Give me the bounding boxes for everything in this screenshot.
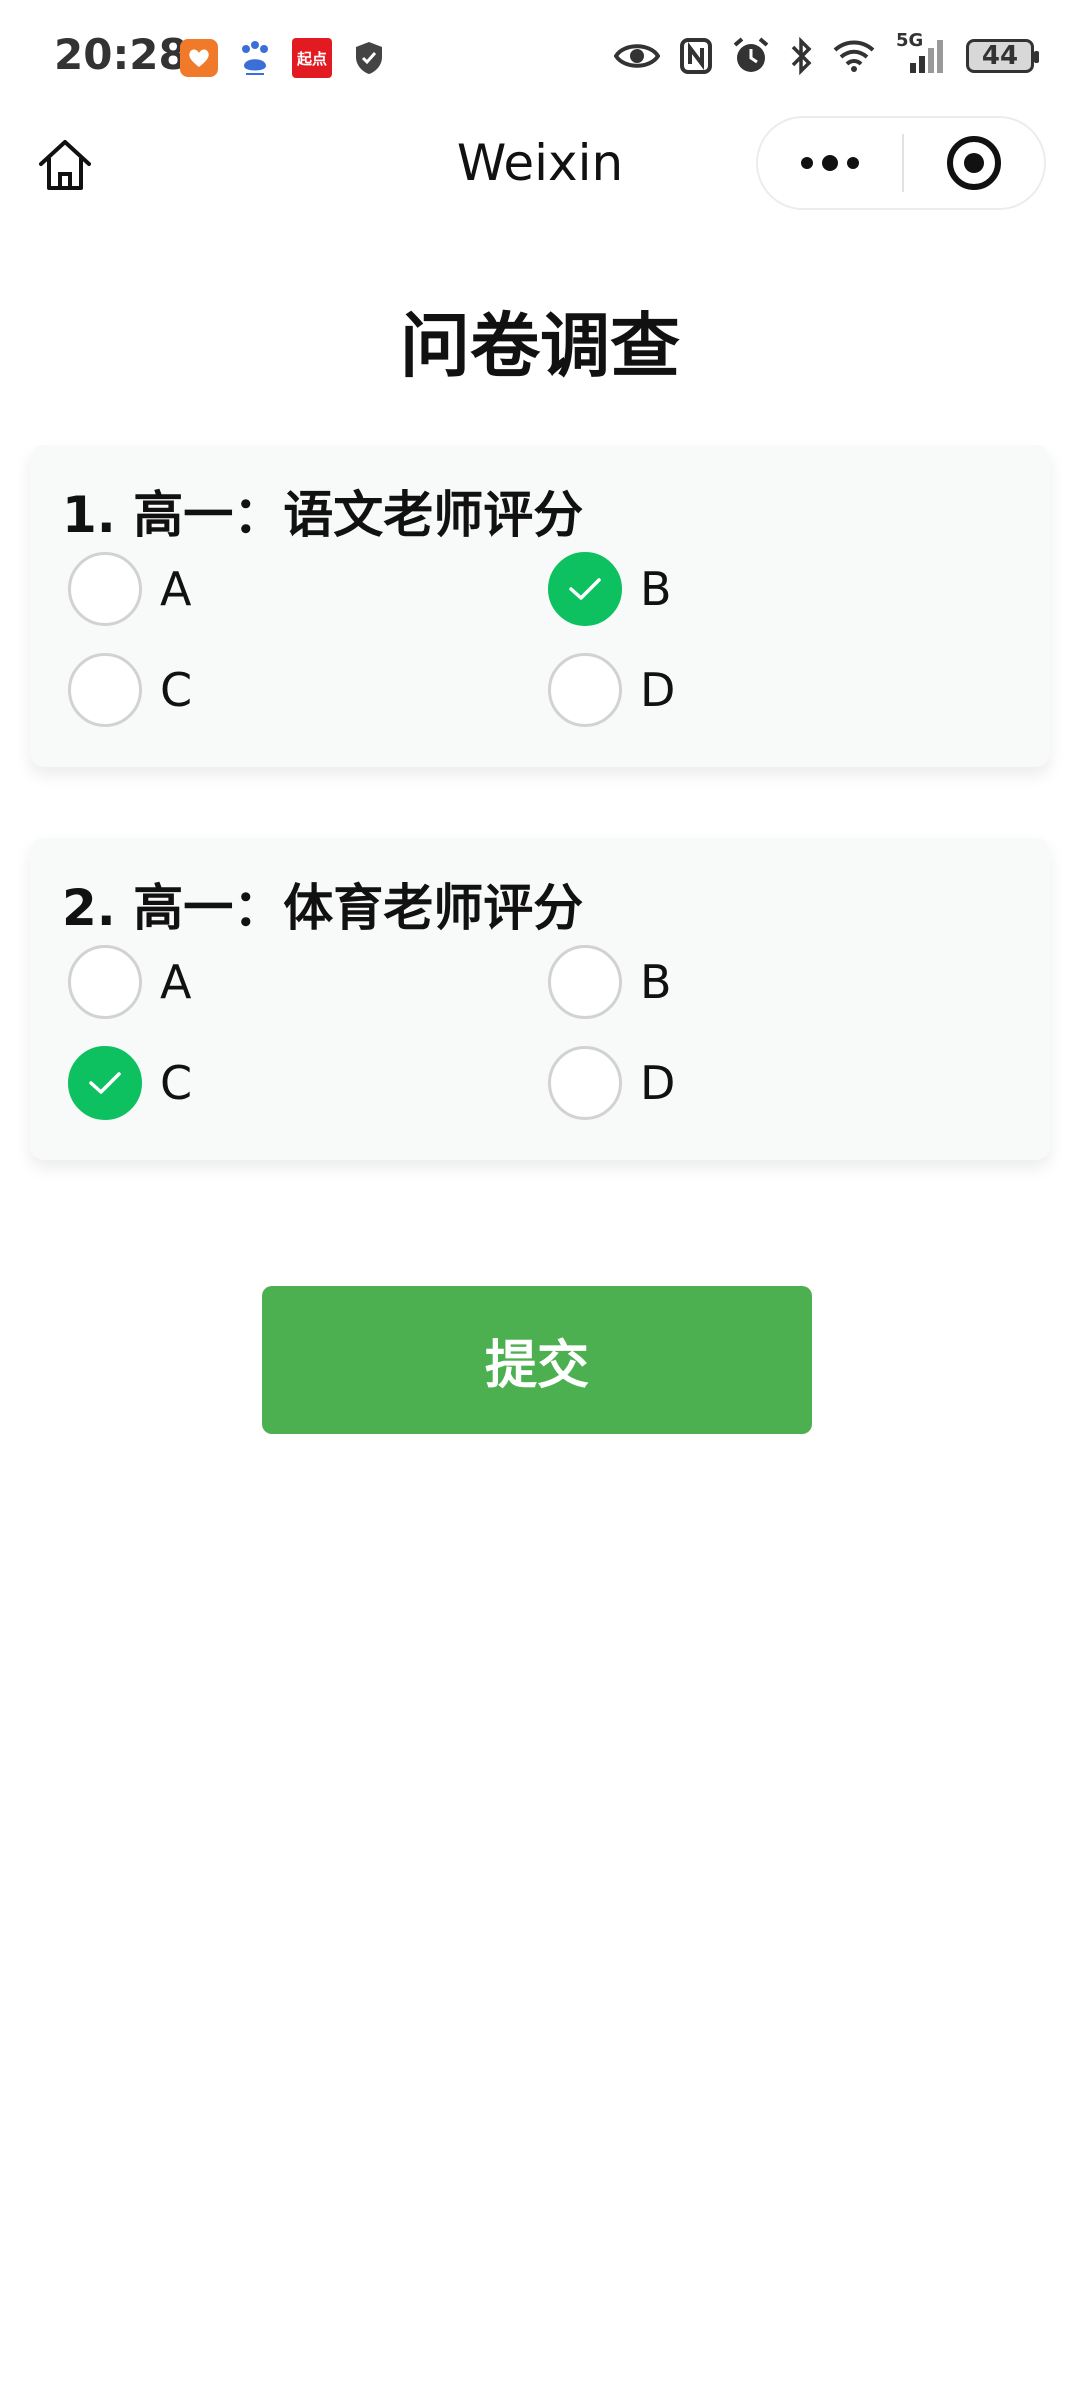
nav-bar: Weixin <box>0 110 1080 220</box>
battery-indicator: 44 <box>966 39 1039 73</box>
qidian-icon: 起点 <box>292 38 332 78</box>
radio-circle <box>548 552 622 626</box>
submit-button[interactable]: 提交 <box>262 1286 812 1434</box>
more-icon <box>801 155 859 171</box>
checkmark-icon <box>89 1072 121 1094</box>
question-card-2: 2. 高一：体育老师评分 A B C D <box>30 838 1050 1160</box>
status-time: 20:28 <box>54 30 188 79</box>
option-label: C <box>160 663 193 717</box>
nfc-icon <box>680 36 712 76</box>
radio-circle <box>548 653 622 727</box>
question-text: 1. 高一：语文老师评分 <box>62 486 584 544</box>
option-label: B <box>640 562 672 616</box>
radio-circle <box>68 1046 142 1120</box>
bluetooth-icon <box>790 36 812 76</box>
option-a[interactable]: A <box>68 944 191 1020</box>
baidu-icon <box>236 39 274 77</box>
eye-icon <box>614 36 660 76</box>
option-c[interactable]: C <box>68 652 192 728</box>
system-status-icons: 5G 44 <box>614 30 1039 76</box>
question-text: 2. 高一：体育老师评分 <box>62 879 584 937</box>
option-label: B <box>640 955 672 1009</box>
radio-circle <box>68 552 142 626</box>
option-label: C <box>160 1056 193 1110</box>
close-miniprogram-button[interactable] <box>904 118 1044 208</box>
radio-circle <box>68 653 142 727</box>
alarm-icon <box>732 36 770 76</box>
taobao-icon <box>180 39 218 77</box>
option-label: A <box>160 955 192 1009</box>
option-label: D <box>640 663 676 717</box>
shield-icon <box>350 39 388 77</box>
checkmark-icon <box>569 578 601 600</box>
option-label: A <box>160 562 192 616</box>
network-type: 5G <box>896 30 924 51</box>
option-a[interactable]: A <box>68 551 191 627</box>
more-button[interactable] <box>758 118 902 208</box>
page-title: 问卷调查 <box>400 305 680 387</box>
option-c[interactable]: C <box>68 1045 192 1121</box>
option-d[interactable]: D <box>548 652 675 728</box>
status-bar: 20:28 起点 5G 44 <box>0 0 1080 110</box>
radio-circle <box>68 945 142 1019</box>
option-group: A B C D <box>68 551 1028 751</box>
qidian-icon-text: 起点 <box>296 49 327 68</box>
wifi-icon <box>832 36 876 76</box>
signal-5g-icon: 5G <box>896 30 946 76</box>
battery-level: 44 <box>981 41 1019 71</box>
option-label: D <box>640 1056 676 1110</box>
question-card-1: 1. 高一：语文老师评分 A B C D <box>30 445 1050 767</box>
target-icon <box>947 136 1001 190</box>
radio-circle <box>548 1046 622 1120</box>
option-b[interactable]: B <box>548 944 672 1020</box>
option-b[interactable]: B <box>548 551 672 627</box>
notification-icons: 起点 <box>180 38 388 78</box>
option-group: A B C D <box>68 944 1028 1144</box>
miniprogram-capsule <box>756 116 1046 210</box>
radio-circle <box>548 945 622 1019</box>
option-d[interactable]: D <box>548 1045 675 1121</box>
